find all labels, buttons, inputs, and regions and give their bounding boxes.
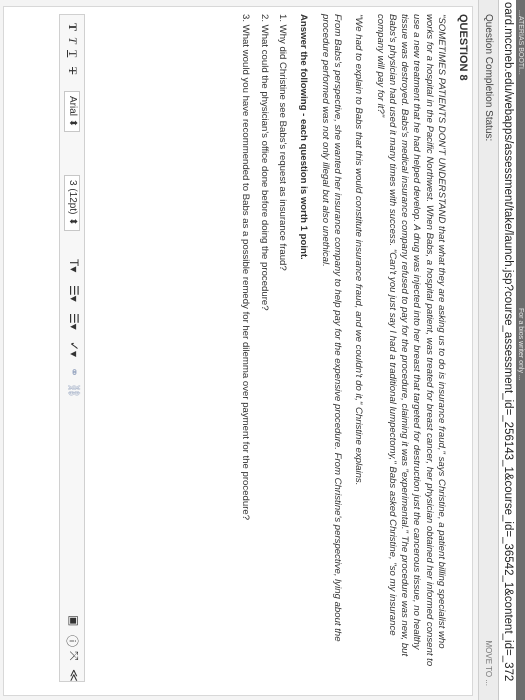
address-bar[interactable]: oard.mccneb.edu/webapps/assessment/take/… — [498, 0, 516, 700]
completion-status-label: Question Completion Status: — [483, 14, 494, 142]
chevron-down-icon: ⬍ — [67, 118, 78, 128]
collapse-icon[interactable]: ≪ — [67, 669, 81, 682]
font-family-select[interactable]: Arial ⬍ — [64, 91, 80, 133]
browser-tab-strip: ...ATERIAS BOOTI... For a bios writer on… — [516, 0, 525, 700]
chevron-down-icon: ⬍ — [67, 217, 78, 226]
unlink-icon[interactable]: ⛓ — [67, 383, 81, 398]
format-icon[interactable]: ▣ — [67, 615, 81, 626]
question-title: QUESTION 8 — [457, 14, 469, 81]
question-item: 3. What would you have recommended to Ba… — [240, 14, 252, 521]
question-item: 1. Why did Christine see Babs's request … — [277, 14, 289, 271]
question-paragraph: "SOMETIMES PATIENTS DON'T UNDERSTAND tha… — [374, 14, 447, 667]
completion-status-bar: Question Completion Status: MOVE TO ... — [478, 0, 498, 700]
url-text: oard.mccneb.edu/webapps/assessment/take/… — [502, 2, 514, 682]
bold-icon[interactable]: T — [65, 23, 80, 31]
editor-toolbar: T T T T Arial ⬍ 3 (12pt) ⬍ T▾ ☰▾ ☰▾ ✓▾ ⚭… — [59, 14, 85, 682]
spellcheck-icon[interactable]: ✓▾ — [67, 341, 81, 357]
rotated-screenshot: ...ATERIAS BOOTI... For a bios writer on… — [0, 0, 525, 700]
browser-tab[interactable]: ...ATERIAS BOOTI... — [516, 2, 525, 83]
info-icon[interactable]: ⓘ — [64, 635, 81, 647]
status-right-text: MOVE TO ... — [484, 640, 493, 687]
font-size-value: 3 (12pt) — [67, 180, 78, 215]
question-item: 2. What could the physician's office don… — [258, 14, 270, 311]
fullscreen-icon[interactable]: ⤧ — [66, 651, 81, 661]
question-paragraph: "We had to explain to Babs that this wou… — [353, 14, 365, 486]
question-body: "SOMETIMES PATIENTS DON'T UNDERSTAND tha… — [233, 14, 447, 674]
font-family-value: Arial — [67, 96, 78, 117]
link-icon[interactable]: ⚭ — [67, 367, 81, 377]
browser-tab[interactable]: For a bios writer only ... — [516, 300, 525, 389]
font-size-select[interactable]: 3 (12pt) ⬍ — [64, 175, 80, 231]
bulleted-list-icon[interactable]: ☰▾ — [67, 285, 81, 302]
underline-icon[interactable]: T — [65, 50, 80, 57]
question-list: 1. Why did Christine see Babs's request … — [239, 14, 288, 674]
strikethrough-icon[interactable]: T — [65, 67, 80, 74]
text-color-icon[interactable]: T▾ — [67, 259, 81, 272]
italic-icon[interactable]: T — [65, 37, 80, 44]
answer-instruction: Answer the following - each question is … — [298, 14, 310, 260]
numbered-list-icon[interactable]: ☰▾ — [67, 313, 81, 330]
question-paragraph: From Babs's perspective, she wanted her … — [319, 14, 343, 642]
